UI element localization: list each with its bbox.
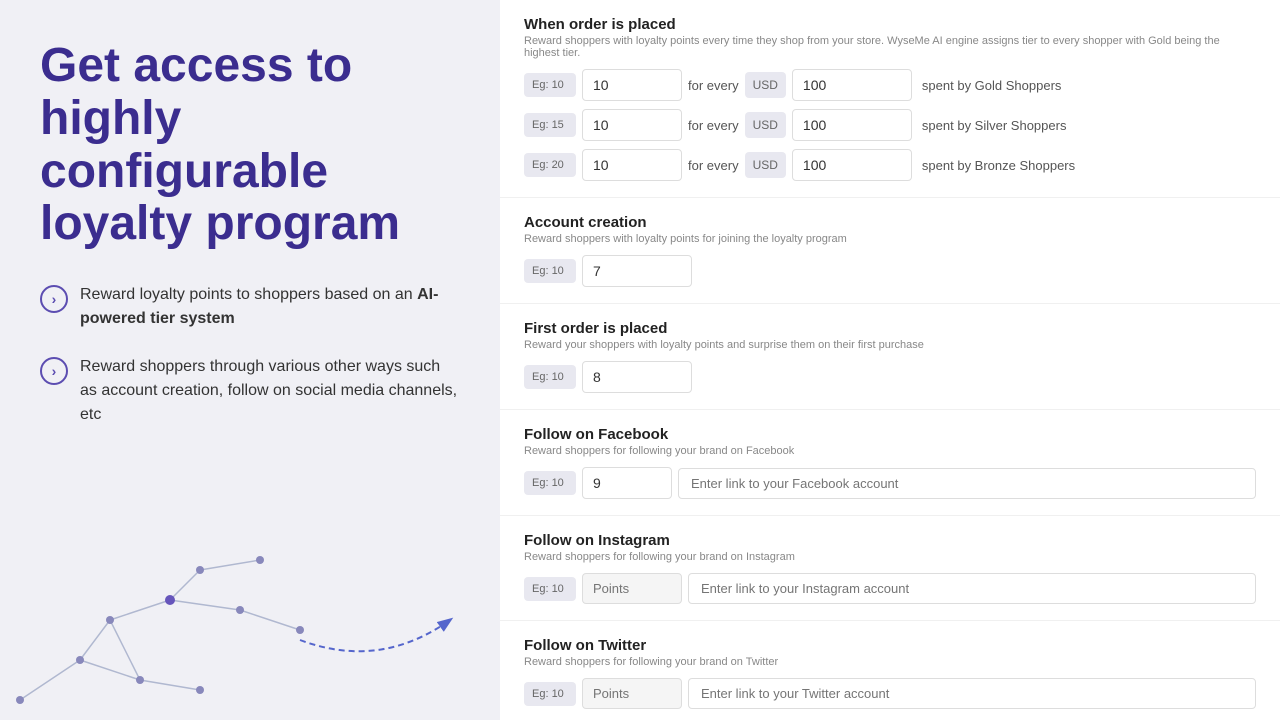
amount-input-silver[interactable]	[792, 109, 912, 141]
for-every-gold: for every	[688, 78, 739, 93]
section-subtitle-twitter: Reward shoppers for following your brand…	[524, 656, 1256, 668]
tier-label-bronze: spent by Bronze Shoppers	[922, 158, 1075, 173]
feature-text-1: Reward loyalty points to shoppers based …	[80, 283, 460, 331]
feature-text-2: Reward shoppers through various other wa…	[80, 355, 460, 427]
section-title-instagram: Follow on Instagram	[524, 532, 1256, 549]
for-every-bronze: for every	[688, 158, 739, 173]
points-input-twitter[interactable]	[582, 678, 682, 709]
reward-row-first-order: Eg: 10	[524, 361, 1256, 393]
reward-row-silver: Eg: 15 for every USD spent by Silver Sho…	[524, 109, 1256, 141]
section-title-account: Account creation	[524, 214, 1256, 231]
right-panel: When order is placed Reward shoppers wit…	[500, 0, 1280, 720]
points-input-silver[interactable]	[582, 109, 682, 141]
amount-input-bronze[interactable]	[792, 149, 912, 181]
points-input-bronze[interactable]	[582, 149, 682, 181]
for-every-silver: for every	[688, 118, 739, 133]
reward-row-gold: Eg: 10 for every USD spent by Gold Shopp…	[524, 69, 1256, 101]
section-twitter: Follow on Twitter Reward shoppers for fo…	[500, 621, 1280, 720]
points-input-account[interactable]	[582, 255, 692, 287]
example-badge-instagram: Eg: 10	[524, 577, 576, 601]
points-input-first-order[interactable]	[582, 361, 692, 393]
chevron-right-icon-2: ›	[40, 357, 68, 385]
section-title-facebook: Follow on Facebook	[524, 426, 1256, 443]
section-subtitle-instagram: Reward shoppers for following your brand…	[524, 551, 1256, 563]
instagram-url-input[interactable]	[688, 573, 1256, 604]
points-input-instagram[interactable]	[582, 573, 682, 604]
twitter-url-input[interactable]	[688, 678, 1256, 709]
example-badge-bronze: Eg: 20	[524, 153, 576, 177]
example-badge-twitter: Eg: 10	[524, 682, 576, 706]
section-facebook: Follow on Facebook Reward shoppers for f…	[500, 410, 1280, 516]
social-row-instagram: Eg: 10	[524, 573, 1256, 604]
section-subtitle-account: Reward shoppers with loyalty points for …	[524, 233, 1256, 245]
reward-row-account: Eg: 10	[524, 255, 1256, 287]
example-badge-facebook: Eg: 10	[524, 471, 576, 495]
amount-input-gold[interactable]	[792, 69, 912, 101]
section-title-first-order: First order is placed	[524, 320, 1256, 337]
tier-label-silver: spent by Silver Shoppers	[922, 118, 1067, 133]
reward-row-bronze: Eg: 20 for every USD spent by Bronze Sho…	[524, 149, 1256, 181]
section-title-twitter: Follow on Twitter	[524, 637, 1256, 654]
example-badge-account: Eg: 10	[524, 259, 576, 283]
section-when-order-placed: When order is placed Reward shoppers wit…	[500, 0, 1280, 198]
hero-title: Get access to highly configurable loyalt…	[40, 40, 460, 251]
points-input-facebook[interactable]	[582, 467, 672, 499]
left-panel: Get access to highly configurable loyalt…	[0, 0, 500, 720]
tier-label-gold: spent by Gold Shoppers	[922, 78, 1061, 93]
currency-badge-silver: USD	[745, 112, 786, 138]
section-first-order: First order is placed Reward your shoppe…	[500, 304, 1280, 410]
feature-item-1: › Reward loyalty points to shoppers base…	[40, 283, 460, 331]
example-badge-first-order: Eg: 10	[524, 365, 576, 389]
section-account-creation: Account creation Reward shoppers with lo…	[500, 198, 1280, 304]
currency-badge-bronze: USD	[745, 152, 786, 178]
section-subtitle-when-order: Reward shoppers with loyalty points ever…	[524, 35, 1256, 59]
feature-item-2: › Reward shoppers through various other …	[40, 355, 460, 427]
chevron-right-icon: ›	[40, 285, 68, 313]
facebook-url-input[interactable]	[678, 468, 1256, 499]
currency-badge-gold: USD	[745, 72, 786, 98]
points-input-gold[interactable]	[582, 69, 682, 101]
example-badge-gold: Eg: 10	[524, 73, 576, 97]
section-subtitle-first-order: Reward your shoppers with loyalty points…	[524, 339, 1256, 351]
social-row-facebook: Eg: 10	[524, 467, 1256, 499]
example-badge-silver: Eg: 15	[524, 113, 576, 137]
section-instagram: Follow on Instagram Reward shoppers for …	[500, 516, 1280, 621]
network-decoration	[0, 520, 500, 720]
section-subtitle-facebook: Reward shoppers for following your brand…	[524, 445, 1256, 457]
social-row-twitter: Eg: 10	[524, 678, 1256, 709]
section-title-when-order: When order is placed	[524, 16, 1256, 33]
